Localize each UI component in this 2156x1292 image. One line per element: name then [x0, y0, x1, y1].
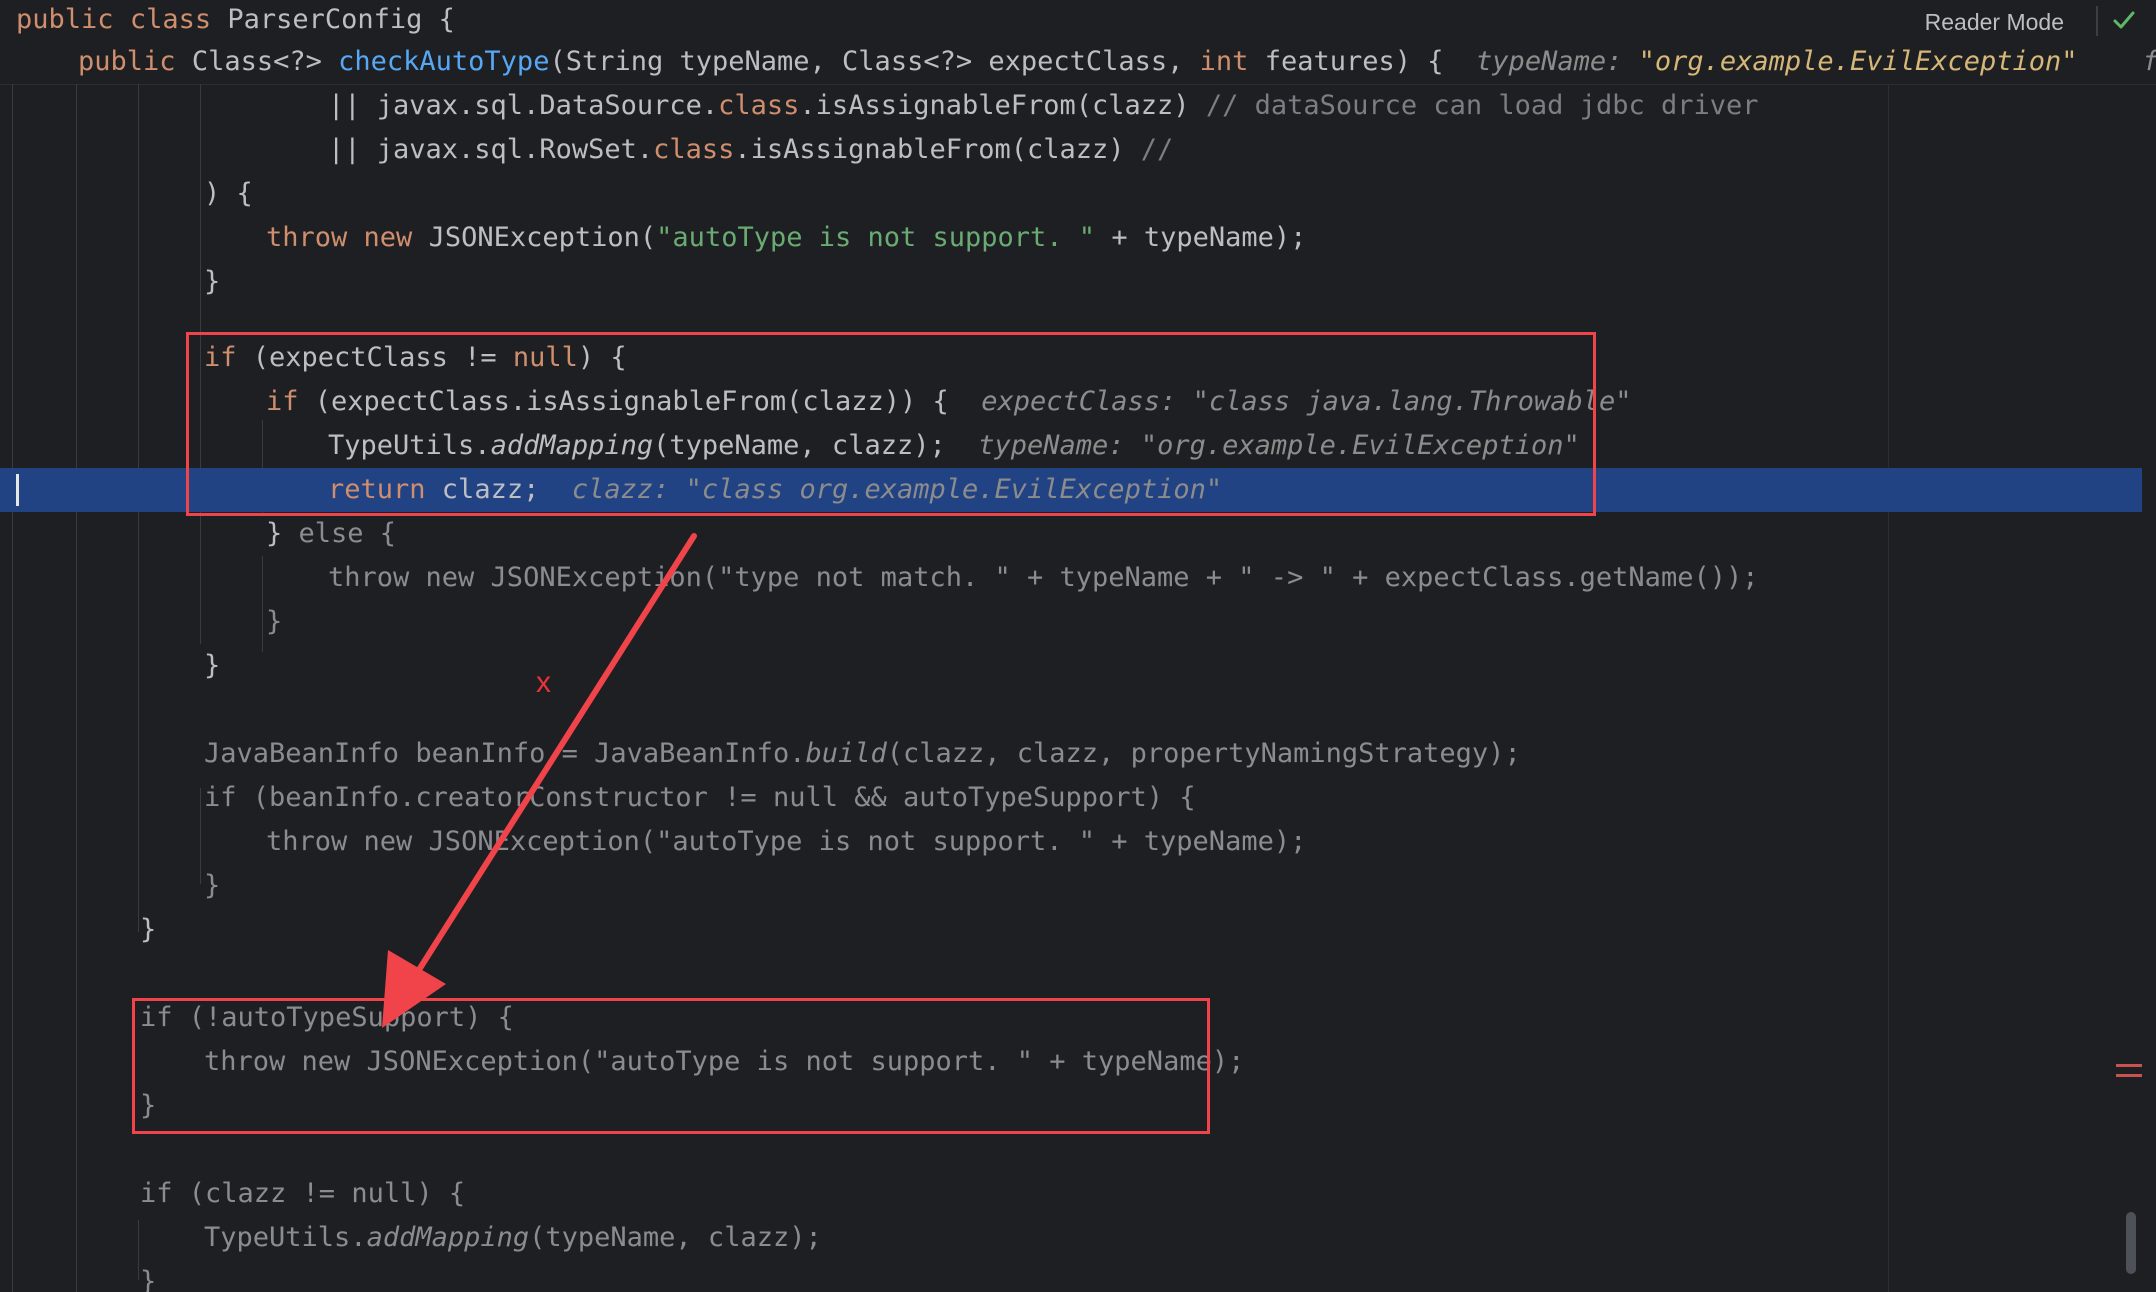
method-signature[interactable]: public Class<?> checkAutoType(String typ…	[78, 42, 2156, 82]
error-stripe-marker[interactable]	[2116, 1074, 2142, 1077]
annotation-arrow-icon	[382, 533, 697, 1028]
class-declaration[interactable]: public class ParserConfig {	[16, 0, 455, 40]
vertical-scrollbar[interactable]	[2126, 1212, 2136, 1274]
sticky-header: public class ParserConfig { public Class…	[0, 0, 2156, 85]
reader-mode-button[interactable]: Reader Mode	[1925, 2, 2064, 42]
annotation-x-mark: x	[536, 666, 551, 699]
check-icon[interactable]	[2110, 6, 2138, 34]
code-editor[interactable]: || javax.sql.DataSource.class.isAssignab…	[0, 84, 2156, 1292]
toolbar-divider	[2096, 6, 2098, 36]
error-stripe-marker[interactable]	[2116, 1064, 2142, 1067]
